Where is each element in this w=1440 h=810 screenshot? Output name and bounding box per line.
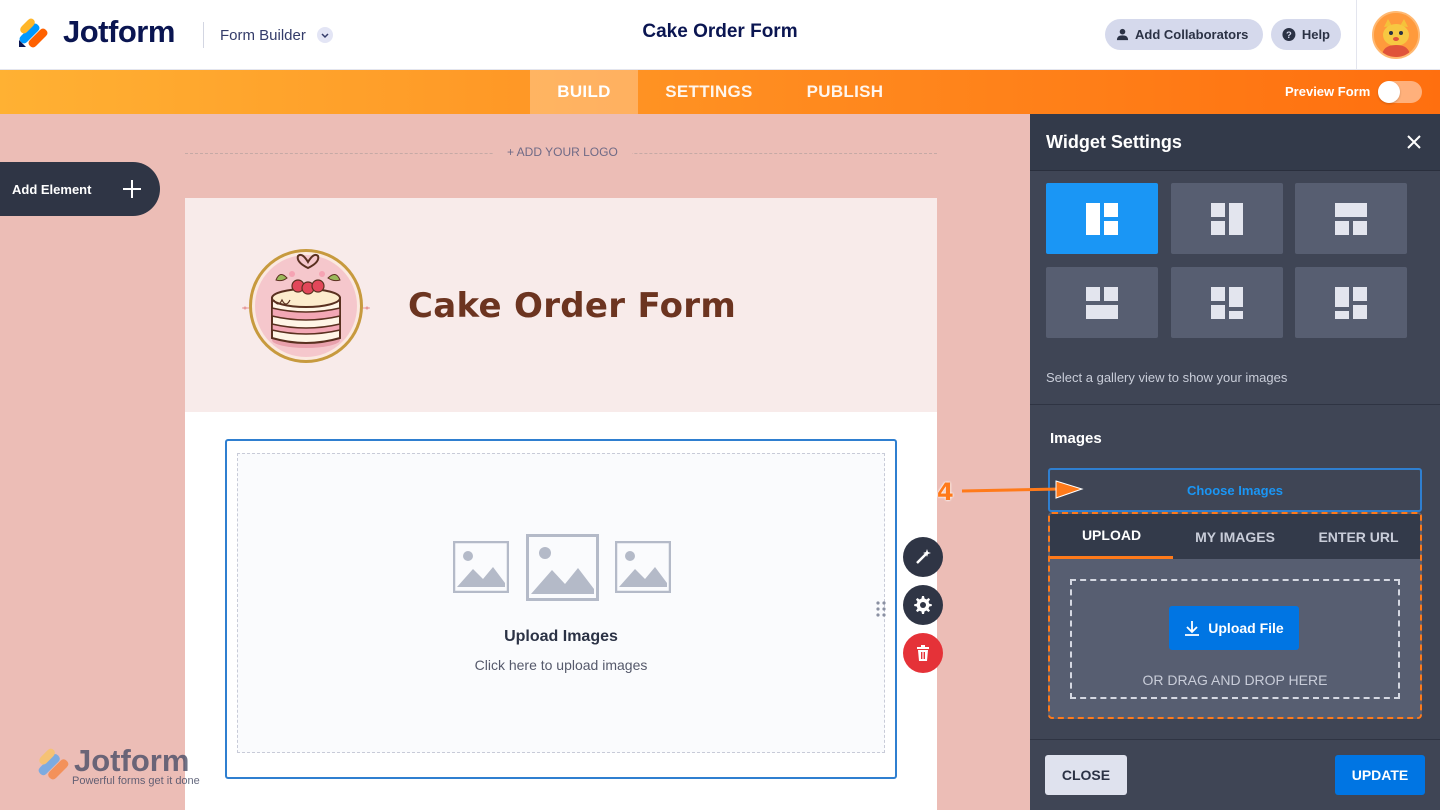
upload-tabs: UPLOAD MY IMAGES ENTER URL bbox=[1050, 514, 1420, 559]
image-placeholder-icon bbox=[453, 541, 509, 593]
add-logo-link[interactable]: + ADD YOUR LOGO bbox=[493, 145, 632, 159]
gallery-layout-option-3[interactable] bbox=[1295, 183, 1407, 254]
drag-drop-text: OR DRAG AND DROP HERE bbox=[1142, 672, 1328, 688]
add-element-button[interactable]: Add Element bbox=[0, 162, 160, 216]
builder-nav: BUILD SETTINGS PUBLISH Preview Form bbox=[0, 70, 1440, 114]
jotform-watermark-icon bbox=[38, 748, 69, 780]
form-header-title[interactable]: Cake Order Form bbox=[408, 286, 736, 326]
divider bbox=[1030, 739, 1440, 740]
user-icon bbox=[1116, 28, 1129, 41]
plus-icon bbox=[123, 180, 141, 198]
tab-upload[interactable]: UPLOAD bbox=[1050, 514, 1173, 559]
download-icon bbox=[1185, 621, 1200, 636]
add-element-label: Add Element bbox=[12, 181, 92, 197]
tab-settings[interactable]: SETTINGS bbox=[648, 70, 770, 114]
upload-images-subtitle: Click here to upload images bbox=[474, 657, 648, 673]
tab-publish[interactable]: PUBLISH bbox=[790, 70, 900, 114]
avatar-cat-icon bbox=[1374, 13, 1418, 57]
add-collaborators-label: Add Collaborators bbox=[1135, 27, 1249, 42]
preview-form-label: Preview Form bbox=[1285, 84, 1371, 99]
upload-images-dropzone[interactable] bbox=[237, 453, 885, 753]
upload-file-label: Upload File bbox=[1208, 620, 1284, 636]
svg-text:?: ? bbox=[1286, 30, 1292, 41]
panel-title: Widget Settings bbox=[1046, 132, 1182, 152]
top-bar: Jotform Form Builder Cake Order Form Add… bbox=[0, 0, 1440, 70]
magic-wand-button[interactable] bbox=[903, 537, 943, 577]
gallery-layout-option-2[interactable] bbox=[1171, 183, 1283, 254]
close-button[interactable]: CLOSE bbox=[1045, 755, 1127, 795]
divider bbox=[1030, 404, 1440, 405]
preview-form-toggle[interactable] bbox=[1378, 81, 1422, 103]
form-title[interactable]: Cake Order Form bbox=[642, 21, 797, 42]
form-builder-dropdown[interactable]: Form Builder bbox=[220, 27, 306, 44]
layout-icon bbox=[1086, 286, 1118, 319]
layout-icon bbox=[1211, 202, 1243, 235]
tab-my-images[interactable]: MY IMAGES bbox=[1173, 514, 1297, 559]
add-collaborators-button[interactable]: Add Collaborators bbox=[1105, 19, 1263, 50]
drag-handle-icon[interactable] bbox=[875, 601, 887, 617]
annotation-arrow-icon bbox=[961, 480, 1084, 499]
question-icon: ? bbox=[1282, 28, 1296, 41]
trash-icon bbox=[917, 645, 929, 661]
cake-logo-image[interactable] bbox=[242, 244, 370, 366]
layout-hint: Select a gallery view to show your image… bbox=[1046, 370, 1288, 385]
jotform-logo-icon[interactable] bbox=[18, 16, 50, 48]
gallery-layout-option-1[interactable] bbox=[1046, 183, 1158, 254]
settings-button[interactable] bbox=[903, 585, 943, 625]
magic-wand-icon bbox=[916, 549, 931, 564]
watermark-brand: Jotform bbox=[74, 743, 190, 778]
help-label: Help bbox=[1301, 27, 1330, 42]
gear-icon bbox=[914, 596, 932, 614]
upload-images-title: Upload Images bbox=[504, 628, 618, 645]
tab-enter-url[interactable]: ENTER URL bbox=[1297, 514, 1420, 559]
gallery-layout-option-5[interactable] bbox=[1171, 267, 1283, 338]
upload-file-button[interactable]: Upload File bbox=[1169, 606, 1299, 650]
image-placeholder-icon bbox=[526, 534, 599, 601]
annotation-step-number: 4 bbox=[937, 478, 954, 506]
image-placeholder-icon bbox=[615, 541, 671, 593]
layout-icon bbox=[1086, 202, 1118, 235]
divider bbox=[203, 22, 204, 48]
avatar[interactable] bbox=[1372, 11, 1420, 59]
layout-icon bbox=[1335, 286, 1367, 319]
brand-name[interactable]: Jotform bbox=[63, 14, 175, 50]
chevron-down-icon[interactable] bbox=[317, 27, 333, 43]
divider bbox=[1356, 0, 1357, 70]
delete-button[interactable] bbox=[903, 633, 943, 673]
choose-images-button[interactable]: Choose Images bbox=[1048, 468, 1422, 512]
layout-icon bbox=[1211, 286, 1243, 319]
close-icon[interactable] bbox=[1404, 132, 1424, 152]
layout-icon bbox=[1335, 202, 1367, 235]
help-button[interactable]: ? Help bbox=[1271, 19, 1341, 50]
images-label: Images bbox=[1050, 430, 1102, 447]
tab-build[interactable]: BUILD bbox=[530, 70, 638, 114]
gallery-layout-option-4[interactable] bbox=[1046, 267, 1158, 338]
watermark-tagline: Powerful forms get it done bbox=[72, 775, 200, 787]
upload-area: UPLOAD MY IMAGES ENTER URL Upload File O… bbox=[1048, 512, 1422, 719]
update-button[interactable]: UPDATE bbox=[1335, 755, 1425, 795]
gallery-layout-option-6[interactable] bbox=[1295, 267, 1407, 338]
toggle-knob bbox=[1378, 81, 1400, 103]
